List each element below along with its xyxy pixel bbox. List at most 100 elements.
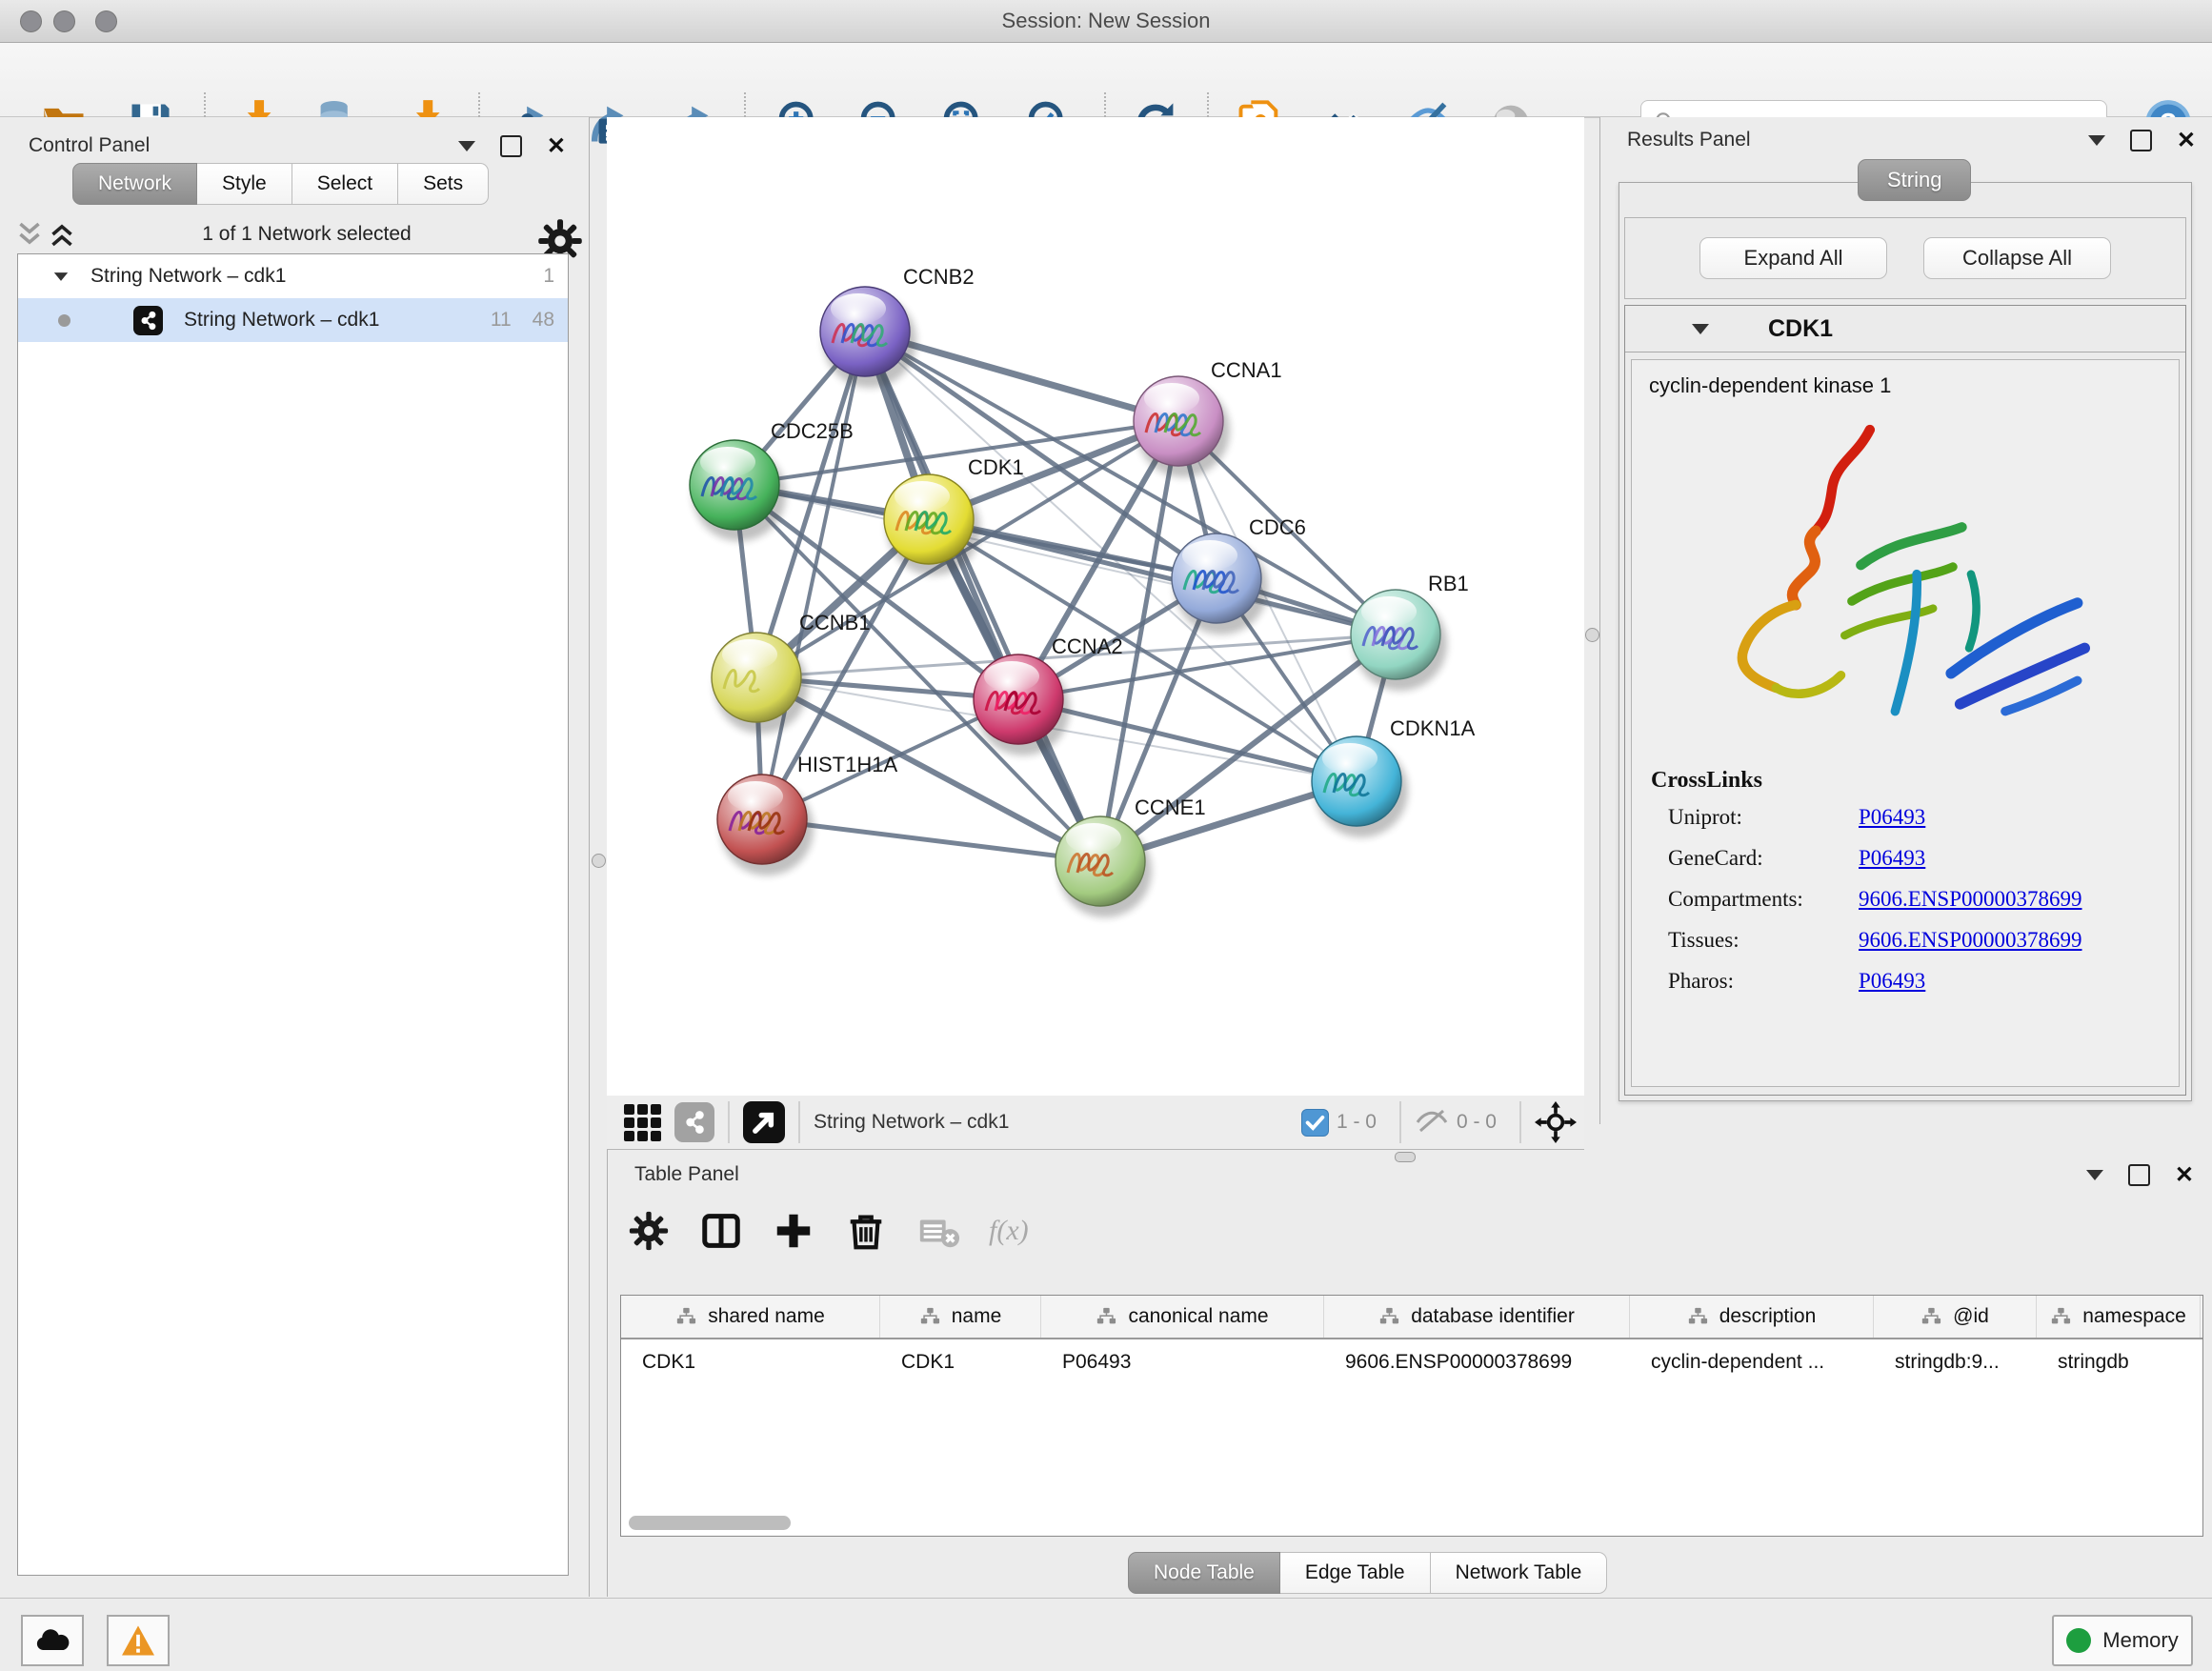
node-HIST1H1A[interactable]: HIST1H1A bbox=[717, 753, 897, 876]
tab-network[interactable]: Network bbox=[72, 163, 197, 205]
cloud-button[interactable] bbox=[21, 1615, 84, 1666]
crosslink-label: Uniprot: bbox=[1668, 805, 1859, 830]
tab-edge-table[interactable]: Edge Table bbox=[1280, 1552, 1431, 1594]
crosshair-icon[interactable] bbox=[1535, 1101, 1577, 1143]
collection-expander-icon[interactable] bbox=[54, 272, 68, 281]
warning-icon bbox=[120, 1624, 156, 1657]
network-collection-row[interactable]: String Network – cdk1 1 bbox=[18, 254, 568, 298]
edge-CCNB2-CCNE1[interactable] bbox=[865, 332, 1100, 861]
tab-string[interactable]: String bbox=[1858, 159, 1971, 201]
bottom-splitter-handle[interactable] bbox=[1395, 1152, 1416, 1162]
birdseye-grid-icon[interactable] bbox=[624, 1104, 661, 1141]
tissues-link[interactable]: 9606.ENSP00000378699 bbox=[1859, 928, 2082, 953]
column-header--id[interactable]: @id bbox=[1874, 1296, 2037, 1338]
node-CDC6[interactable]: CDC6 bbox=[1172, 515, 1306, 634]
tab-select[interactable]: Select bbox=[292, 163, 398, 205]
node-CCNB2[interactable]: CCNB2 bbox=[820, 265, 975, 388]
cell-canonical-name[interactable]: P06493 bbox=[1041, 1343, 1324, 1381]
node-result-header[interactable]: CDK1 bbox=[1625, 306, 2185, 352]
node-CDK1[interactable]: CDK1 bbox=[884, 455, 1024, 575]
close-panel-icon[interactable]: ✕ bbox=[2175, 1166, 2194, 1184]
cell-shared-name[interactable]: CDK1 bbox=[621, 1343, 880, 1381]
left-splitter-handle[interactable] bbox=[592, 854, 606, 868]
node-label: CCNA1 bbox=[1211, 358, 1282, 382]
crosslink-label: Pharos: bbox=[1668, 969, 1859, 994]
columns-icon[interactable] bbox=[699, 1209, 743, 1253]
float-panel-icon[interactable] bbox=[2128, 1164, 2150, 1186]
close-panel-icon[interactable]: ✕ bbox=[2177, 131, 2196, 150]
selection-status: 1 of 1 Network selected bbox=[78, 223, 535, 246]
float-panel-icon[interactable] bbox=[500, 135, 522, 157]
node-CDKN1A[interactable]: CDKN1A bbox=[1312, 716, 1476, 837]
node-label: CDK1 bbox=[968, 455, 1024, 479]
node-label: CCNA2 bbox=[1052, 634, 1123, 658]
tab-network-table[interactable]: Network Table bbox=[1431, 1552, 1608, 1594]
network-canvas[interactable]: CCNB2 CCNA1 CDC25B CDK1 CDC6 bbox=[607, 117, 1584, 1097]
network-graph[interactable]: CCNB2 CCNA1 CDC25B CDK1 CDC6 bbox=[607, 117, 1584, 1096]
cell--id[interactable]: stringdb:9... bbox=[1874, 1343, 2037, 1381]
network-row[interactable]: String Network – cdk1 11 48 bbox=[18, 298, 568, 342]
control-panel-tabs: Network Style Select Sets bbox=[72, 163, 489, 205]
close-panel-icon[interactable]: ✕ bbox=[547, 137, 566, 155]
string-badge-icon[interactable] bbox=[674, 1102, 714, 1142]
tab-sets[interactable]: Sets bbox=[398, 163, 489, 205]
selected-checkbox[interactable] bbox=[1301, 1109, 1329, 1137]
column-header-name[interactable]: name bbox=[880, 1296, 1041, 1338]
uniprot-link[interactable]: P06493 bbox=[1859, 805, 1925, 830]
panel-menu-icon[interactable] bbox=[458, 141, 475, 151]
network-label: String Network – cdk1 bbox=[184, 309, 470, 332]
expand-all-icon[interactable] bbox=[46, 220, 78, 249]
collection-label: String Network – cdk1 bbox=[90, 265, 543, 288]
right-splitter-handle[interactable] bbox=[1585, 628, 1599, 642]
section-expander-icon[interactable] bbox=[1692, 324, 1709, 334]
network-selection-bar: 1 of 1 Network selected bbox=[13, 213, 572, 255]
memory-button[interactable]: Memory bbox=[2052, 1615, 2193, 1666]
genecard-link[interactable]: P06493 bbox=[1859, 846, 1925, 871]
gear-icon[interactable] bbox=[627, 1209, 671, 1253]
cell-description[interactable]: cyclin-dependent ... bbox=[1630, 1343, 1874, 1381]
node-RB1[interactable]: RB1 bbox=[1351, 572, 1469, 691]
node-table[interactable]: shared namenamecanonical namedatabase id… bbox=[620, 1295, 2203, 1537]
table-panel-title: Table Panel bbox=[634, 1163, 739, 1186]
warning-button[interactable] bbox=[107, 1615, 170, 1666]
panel-menu-icon[interactable] bbox=[2088, 135, 2105, 146]
column-header-namespace[interactable]: namespace bbox=[2037, 1296, 2201, 1338]
cell-database-identifier[interactable]: 9606.ENSP00000378699 bbox=[1324, 1343, 1630, 1381]
node-label: HIST1H1A bbox=[797, 753, 897, 776]
node-CDC25B[interactable]: CDC25B bbox=[690, 419, 854, 541]
column-header-shared-name[interactable]: shared name bbox=[621, 1296, 880, 1338]
column-header-database-identifier[interactable]: database identifier bbox=[1324, 1296, 1630, 1338]
main-toolbar: ? bbox=[0, 43, 2212, 118]
horizontal-scrollbar[interactable] bbox=[629, 1516, 791, 1530]
tab-style[interactable]: Style bbox=[197, 163, 292, 205]
hidden-eye-icon bbox=[1415, 1108, 1449, 1137]
float-panel-icon[interactable] bbox=[2130, 130, 2152, 151]
pharos-link[interactable]: P06493 bbox=[1859, 969, 1925, 994]
compartments-link[interactable]: 9606.ENSP00000378699 bbox=[1859, 887, 2082, 912]
collapse-all-icon[interactable] bbox=[13, 220, 46, 249]
selected-count: 1 - 0 bbox=[1337, 1111, 1377, 1134]
delete-column-icon[interactable] bbox=[844, 1209, 888, 1253]
network-options-gear-icon[interactable] bbox=[535, 216, 572, 252]
edge-CDK1-RB1[interactable] bbox=[929, 519, 1396, 634]
protein-structure-image bbox=[1678, 413, 2125, 756]
column-header-description[interactable]: description bbox=[1630, 1296, 1874, 1338]
node-CCNA1[interactable]: CCNA1 bbox=[1134, 358, 1282, 477]
tab-node-table[interactable]: Node Table bbox=[1128, 1552, 1280, 1594]
cell-namespace[interactable]: stringdb bbox=[2037, 1343, 2201, 1381]
column-header-canonical-name[interactable]: canonical name bbox=[1041, 1296, 1324, 1338]
control-panel-title: Control Panel bbox=[29, 134, 150, 157]
crosslink-label: Compartments: bbox=[1668, 887, 1859, 912]
open-external-icon[interactable] bbox=[743, 1101, 785, 1143]
edge-CCNB2-HIST1H1A[interactable] bbox=[762, 332, 865, 819]
cloud-icon bbox=[33, 1626, 71, 1655]
panel-menu-icon[interactable] bbox=[2086, 1170, 2103, 1180]
add-column-icon[interactable] bbox=[772, 1209, 815, 1253]
cell-name[interactable]: CDK1 bbox=[880, 1343, 1041, 1381]
expand-all-button[interactable]: Expand All bbox=[1699, 237, 1887, 279]
node-result-section: CDK1 cyclin-dependent kinase 1 bbox=[1624, 305, 2186, 1096]
results-panel-title: Results Panel bbox=[1627, 129, 1751, 151]
node-label: CDC25B bbox=[771, 419, 854, 443]
network-list: String Network – cdk1 1 String Network –… bbox=[17, 253, 569, 1576]
collapse-all-button[interactable]: Collapse All bbox=[1923, 237, 2111, 279]
